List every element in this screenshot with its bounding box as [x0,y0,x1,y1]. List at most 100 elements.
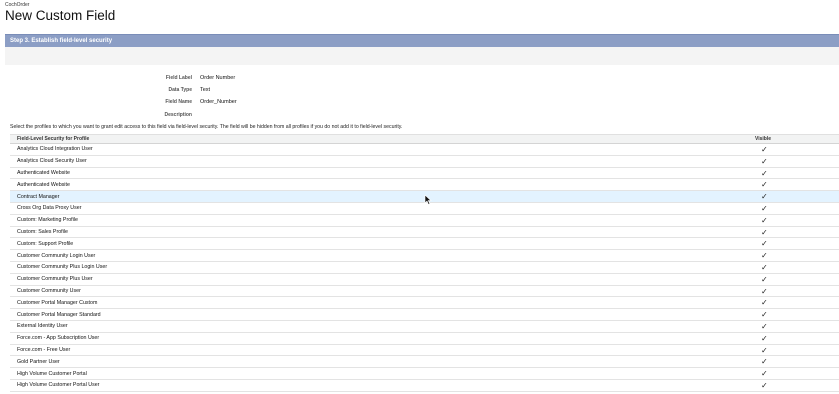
instructions-text: Select the profiles to which you want to… [10,124,403,130]
checkmark-icon[interactable]: ✓ [761,322,768,331]
checkmark-icon[interactable]: ✓ [761,275,768,284]
checkmark-icon[interactable]: ✓ [761,298,768,307]
visible-cell[interactable]: ✓ [755,215,839,226]
profile-name: Customer Portal Manager Standard [17,311,101,318]
table-row[interactable]: Customer Portal Manager Custom ✓ [10,297,839,310]
table-row[interactable]: Customer Community Login User ✓ [10,250,839,262]
table-row[interactable]: Customer Community Plus User ✓ [10,274,839,286]
visible-cell[interactable]: ✓ [755,356,839,367]
checkmark-icon[interactable]: ✓ [761,228,768,237]
step-header-bar: Step 3. Establish field-level security [5,34,839,47]
profile-name: High Volume Customer Portal User [17,382,100,389]
table-row[interactable]: Customer Community User ✓ [10,286,839,298]
detail-value: Order_Number [200,99,237,106]
table-row[interactable]: External Identity User ✓ [10,321,839,333]
visible-cell[interactable]: ✓ [755,309,839,320]
detail-row-field-name: Field Name Order_Number [100,96,237,108]
profile-name: Authenticated Website [17,169,70,176]
visible-cell[interactable]: ✓ [755,179,839,190]
table-row[interactable]: Customer Community Plus Login User ✓ [10,262,839,274]
field-details: Field Label Order Number Data Type Text … [100,72,237,121]
detail-label: Field Label [165,75,192,82]
profile-name: Custom: Marketing Profile [17,217,78,224]
table-row[interactable]: Customer Portal Manager Standard ✓ [10,309,839,321]
visible-cell[interactable]: ✓ [755,297,839,308]
checkmark-icon[interactable]: ✓ [761,346,768,355]
visible-cell[interactable]: ✓ [755,250,839,261]
profile-name: Customer Community Plus Login User [17,264,108,271]
profile-name: Custom: Support Profile [17,240,74,247]
profile-name: Customer Community Login User [17,252,96,259]
checkmark-icon[interactable]: ✓ [761,357,768,366]
checkmark-icon[interactable]: ✓ [761,263,768,272]
profile-name: Force.com - Free User [17,346,71,353]
visible-cell[interactable]: ✓ [755,274,839,285]
profile-name: Cross Org Data Proxy User [17,205,82,212]
table-header: Field-Level Security for Profile Visible [10,134,839,144]
visible-cell[interactable]: ✓ [755,345,839,356]
visible-cell[interactable]: ✓ [755,203,839,214]
visible-cell[interactable]: ✓ [755,168,839,179]
checkmark-icon[interactable]: ✓ [761,381,768,390]
checkmark-icon[interactable]: ✓ [761,216,768,225]
column-header-profile: Field-Level Security for Profile [17,136,90,142]
checkmark-icon[interactable]: ✓ [761,369,768,378]
visible-cell[interactable]: ✓ [755,368,839,379]
table-row[interactable]: Authenticated Website ✓ [10,168,839,180]
checkmark-icon[interactable]: ✓ [761,251,768,260]
detail-label: Data Type [168,87,192,94]
detail-value: Order Number [200,75,236,82]
profile-name: Authenticated Website [17,181,70,188]
visible-cell[interactable]: ✓ [755,262,839,273]
visible-cell[interactable]: ✓ [755,286,839,297]
checkmark-icon[interactable]: ✓ [761,334,768,343]
table-row[interactable]: Force.com - Free User ✓ [10,345,839,357]
visible-cell[interactable]: ✓ [755,227,839,238]
table-row[interactable]: High Volume Customer Portal ✓ [10,368,839,380]
profile-name: Customer Community User [17,287,81,294]
field-level-security-table: Field-Level Security for Profile Visible… [10,134,839,392]
detail-row-field-label: Field Label Order Number [100,72,237,84]
visible-cell[interactable]: ✓ [755,333,839,344]
table-row[interactable]: Analytics Cloud Security User ✓ [10,156,839,168]
table-body: Analytics Cloud Integration User ✓ Analyti… [10,144,839,392]
table-row[interactable]: Custom: Marketing Profile ✓ [10,215,839,227]
profile-name: Analytics Cloud Security User [17,158,87,165]
page-title: New Custom Field [5,8,116,23]
table-row[interactable]: Gold Partner User ✓ [10,356,839,369]
visible-cell[interactable]: ✓ [755,321,839,332]
checkmark-icon[interactable]: ✓ [761,287,768,296]
checkmark-icon[interactable]: ✓ [761,192,768,201]
detail-label: Description [164,111,192,118]
visible-cell[interactable]: ✓ [755,156,839,167]
table-row[interactable]: High Volume Customer Portal User ✓ [10,380,839,392]
table-row[interactable]: Custom: Sales Profile ✓ [10,227,839,239]
profile-name: High Volume Customer Portal [17,370,87,377]
checkmark-icon[interactable]: ✓ [761,157,768,166]
visible-cell[interactable]: ✓ [755,191,839,202]
table-row[interactable]: Force.com - App Subscription User ✓ [10,333,839,345]
detail-value: Text [200,87,211,94]
checkmark-icon[interactable]: ✓ [761,180,768,189]
step-subheader [5,47,839,65]
mouse-cursor-icon [424,195,432,205]
table-row[interactable]: Analytics Cloud Integration User ✓ [10,144,839,156]
profile-name: Force.com - App Subscription User [17,335,100,342]
checkmark-icon[interactable]: ✓ [761,169,768,178]
checkmark-icon[interactable]: ✓ [761,145,768,154]
visible-cell[interactable]: ✓ [755,380,839,391]
checkmark-icon[interactable]: ✓ [761,310,768,319]
table-row[interactable]: Authenticated Website ✓ [10,179,839,192]
profile-name: External Identity User [17,323,68,330]
profile-name: Gold Partner User [17,358,60,365]
table-row[interactable]: Custom: Support Profile ✓ [10,238,839,251]
visible-cell[interactable]: ✓ [755,144,839,155]
step-title: Step 3. Establish field-level security [10,38,113,44]
checkmark-icon[interactable]: ✓ [761,239,768,248]
checkmark-icon[interactable]: ✓ [761,204,768,213]
profile-name: Analytics Cloud Integration User [17,146,93,153]
page-header: CochOrder New Custom Field [5,2,115,23]
column-header-visible: Visible [755,136,772,142]
visible-cell[interactable]: ✓ [755,238,839,249]
profile-name: Customer Community Plus User [17,276,93,283]
